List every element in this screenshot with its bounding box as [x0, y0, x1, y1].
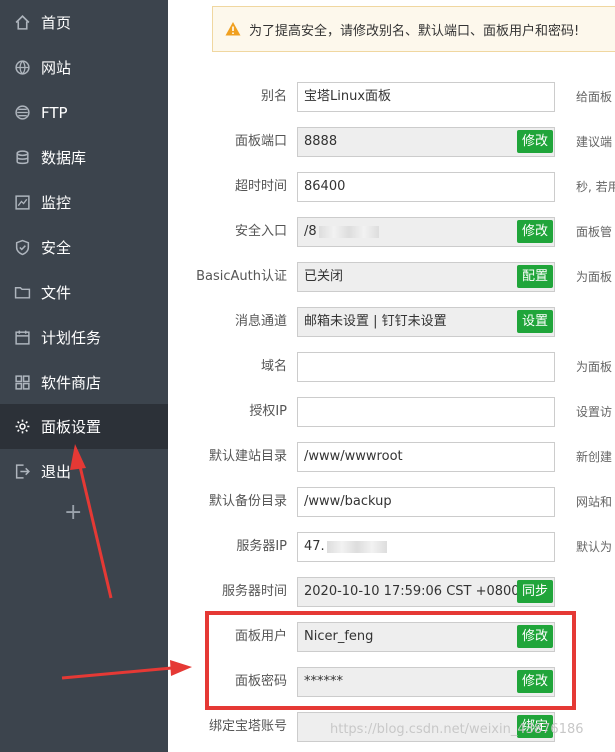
setting-label: 超时时间	[234, 179, 287, 194]
timeout-input[interactable]: 86400	[297, 172, 555, 202]
setting-hint: 秒, 若用	[576, 180, 615, 194]
setting-row-alias: 别名 宝塔Linux面板 给面板	[168, 82, 615, 112]
setting-row-site-dir: 默认建站目录 /www/wwwroot 新创建	[168, 442, 615, 472]
database-icon	[13, 149, 31, 167]
folder-icon	[13, 284, 31, 302]
site-dir-input[interactable]: /www/wwwroot	[297, 442, 555, 472]
globe-icon	[13, 59, 31, 77]
field-value: /8	[304, 224, 317, 239]
gear-icon	[13, 418, 31, 436]
sidebar-item-label: 软件商店	[41, 374, 102, 392]
setting-hint: 为面板	[576, 270, 613, 284]
edit-port-button[interactable]: 修改	[517, 130, 554, 153]
setting-row-server-ip: 服务器IP 47. 默认为	[168, 532, 615, 562]
setting-label: 绑定宝塔账号	[208, 719, 287, 734]
setting-label: 默认建站目录	[208, 449, 287, 464]
sidebar-item-panel-settings[interactable]: 面板设置	[0, 404, 168, 449]
setting-row-entry: 安全入口 /8 修改 面板管	[168, 217, 615, 247]
notice-text: 为了提高安全，请修改别名、默认端口、面板用户和密码!	[249, 23, 580, 39]
set-message-button[interactable]: 设置	[517, 310, 554, 333]
grid-icon	[13, 374, 31, 392]
warning-icon	[225, 22, 241, 36]
setting-hint: 网站和	[576, 495, 613, 509]
logout-icon	[13, 463, 31, 481]
sidebar-item-website[interactable]: 网站	[0, 45, 168, 90]
setting-row-domain: 域名 为面板	[168, 352, 615, 382]
sidebar-item-cron[interactable]: 计划任务	[0, 315, 168, 360]
setting-label: BasicAuth认证	[196, 269, 287, 284]
shield-icon	[13, 239, 31, 257]
redacted-value	[326, 540, 387, 553]
monitor-icon	[13, 194, 31, 212]
sidebar-item-files[interactable]: 文件	[0, 270, 168, 315]
server-ip-input[interactable]: 47.	[297, 532, 555, 562]
sidebar: 首页 网站 FTP 数据库 监控 安全 文件 计划任务 软件商店 面板设置 退出…	[0, 0, 168, 752]
sidebar-item-home[interactable]: 首页	[0, 0, 168, 45]
setting-label: 默认备份目录	[208, 494, 287, 509]
setting-row-backup-dir: 默认备份目录 /www/backup 网站和	[168, 487, 615, 517]
setting-label: 授权IP	[249, 404, 287, 419]
setting-label: 别名	[260, 89, 287, 104]
setting-label: 服务器时间	[221, 584, 287, 599]
setting-label: 域名	[260, 359, 287, 374]
sidebar-item-label: 监控	[41, 194, 72, 212]
sidebar-item-label: 数据库	[41, 149, 87, 167]
highlight-box	[205, 611, 576, 710]
setting-hint: 默认为	[576, 540, 613, 554]
auth-ip-input[interactable]	[297, 397, 555, 427]
add-icon[interactable]: +	[64, 500, 82, 525]
security-notice: 为了提高安全，请修改别名、默认端口、面板用户和密码!	[212, 6, 615, 52]
setting-label: 消息通道	[234, 314, 287, 329]
setting-label: 服务器IP	[236, 539, 287, 554]
sidebar-item-label: 文件	[41, 284, 72, 302]
sidebar-item-logout[interactable]: 退出	[0, 449, 168, 494]
sync-time-button[interactable]: 同步	[517, 580, 554, 603]
setting-hint: 设置访	[576, 405, 613, 419]
alias-input[interactable]: 宝塔Linux面板	[297, 82, 555, 112]
setting-hint: 建议端	[576, 135, 613, 149]
setting-row-message: 消息通道 邮箱未设置 | 钉钉未设置 设置	[168, 307, 615, 337]
sidebar-item-label: 退出	[41, 463, 72, 481]
watermark: https://blog.csdn.net/weixin_43876186	[330, 722, 584, 737]
setting-row-port: 面板端口 8888 修改 建议端	[168, 127, 615, 157]
sidebar-item-monitor[interactable]: 监控	[0, 180, 168, 225]
redacted-value	[318, 225, 379, 238]
setting-row-authip: 授权IP 设置访	[168, 397, 615, 427]
sidebar-item-label: 首页	[41, 14, 72, 32]
sidebar-item-label: 计划任务	[41, 329, 102, 347]
sidebar-item-label: 面板设置	[41, 418, 102, 436]
configure-basicauth-button[interactable]: 配置	[517, 265, 554, 288]
sidebar-item-label: 网站	[41, 59, 72, 77]
setting-hint: 给面板	[576, 90, 613, 104]
sidebar-item-store[interactable]: 软件商店	[0, 360, 168, 405]
edit-entry-button[interactable]: 修改	[517, 220, 554, 243]
sidebar-item-label: 安全	[41, 239, 72, 257]
setting-label: 面板端口	[234, 134, 287, 149]
home-icon	[13, 14, 31, 32]
backup-dir-input[interactable]: /www/backup	[297, 487, 555, 517]
ftp-icon	[13, 104, 31, 122]
setting-row-server-time: 服务器时间 2020-10-10 17:59:06 CST +0800 同步	[168, 577, 615, 607]
sidebar-item-security[interactable]: 安全	[0, 225, 168, 270]
field-value: 47.	[304, 539, 325, 554]
domain-input[interactable]	[297, 352, 555, 382]
setting-hint: 新创建	[576, 450, 613, 464]
setting-label: 安全入口	[234, 224, 287, 239]
setting-row-basicauth: BasicAuth认证 已关闭 配置 为面板	[168, 262, 615, 292]
sidebar-item-database[interactable]: 数据库	[0, 135, 168, 180]
setting-hint: 为面板	[576, 360, 613, 374]
setting-hint: 面板管	[576, 225, 613, 239]
setting-row-timeout: 超时时间 86400 秒, 若用	[168, 172, 615, 202]
sidebar-item-ftp[interactable]: FTP	[0, 90, 168, 135]
calendar-icon	[13, 329, 31, 347]
sidebar-item-label: FTP	[41, 103, 68, 122]
